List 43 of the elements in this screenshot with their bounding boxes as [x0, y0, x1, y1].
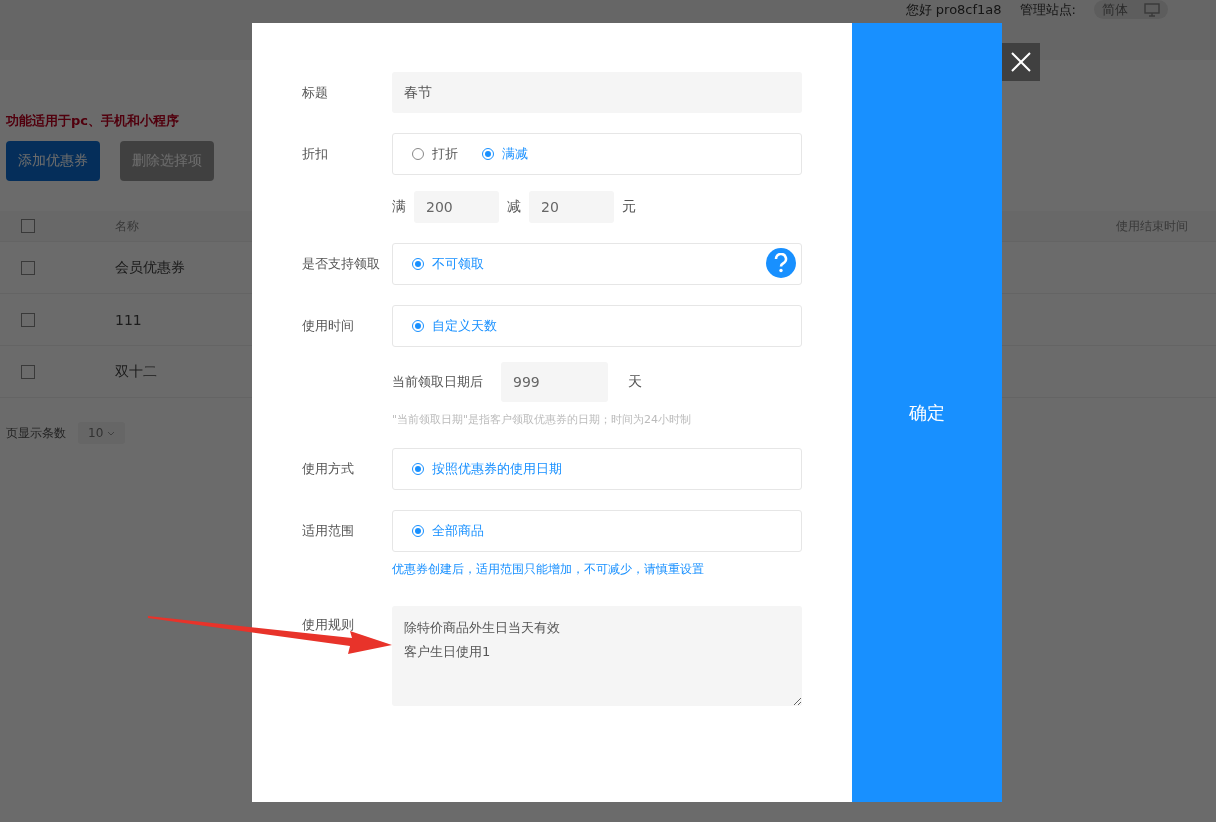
monitor-icon — [1144, 2, 1160, 17]
field-label: 使用方式 — [302, 460, 355, 478]
radio-option[interactable]: 打折 — [412, 145, 458, 163]
hint-text: "当前领取日期"是指客户领取优惠券的日期；时间为24小时制 — [392, 412, 693, 428]
field-label: 标题 — [302, 84, 329, 102]
greeting-text: 您好 pro8cf1a8 — [905, 1, 1002, 19]
table-cell: 111 — [115, 311, 142, 328]
confirm-button[interactable]: 确定 — [852, 23, 1002, 802]
checkbox[interactable] — [21, 312, 35, 327]
radio-option[interactable]: 按照优惠券的使用日期 — [412, 460, 562, 478]
checkbox[interactable] — [21, 260, 35, 275]
table-cell: 双十二 — [115, 362, 157, 381]
scope-note: 优惠券创建后，适用范围只能增加，不可减少，请慎重设置 — [392, 561, 705, 577]
days-field[interactable]: 999 — [501, 362, 608, 402]
page-size-label: 页显示条数 — [6, 424, 66, 442]
amount-field[interactable]: 20 — [529, 191, 614, 223]
minus-label: 减 — [507, 198, 521, 216]
toolbar-button[interactable]: 添加优惠券 — [6, 141, 100, 181]
close-icon — [1011, 52, 1031, 72]
field-label: 使用时间 — [302, 317, 355, 335]
field-label: 适用范围 — [302, 522, 355, 540]
full-label: 满 — [392, 198, 406, 216]
days-label: 当前领取日期后 — [392, 373, 483, 391]
close-button[interactable] — [1002, 43, 1040, 81]
field-label: 折扣 — [302, 145, 329, 163]
checkbox[interactable] — [21, 219, 35, 233]
unit-label: 元 — [622, 198, 636, 216]
checkbox[interactable] — [21, 364, 35, 379]
chevron-icon — [107, 430, 116, 436]
radio-option[interactable]: 不可领取 — [412, 255, 484, 273]
notice-text: 功能适用于pc、手机和小程序 — [6, 113, 180, 129]
radio-option[interactable]: 全部商品 — [412, 522, 484, 540]
field-label: 是否支持领取 — [302, 255, 381, 273]
unit-label: 天 — [628, 373, 642, 391]
amount-field[interactable]: 200 — [414, 191, 499, 223]
radio-option[interactable]: 自定义天数 — [412, 317, 497, 335]
radio-option[interactable]: 满减 — [482, 145, 528, 163]
title-field[interactable]: 春节 — [392, 72, 802, 113]
rules-textarea[interactable]: 除特价商品外生日当天有效 客户生日使用1 — [392, 606, 802, 706]
table-cell: 会员优惠券 — [115, 258, 185, 277]
site-label: 管理站点: — [1019, 1, 1076, 19]
field-label: 使用规则 — [302, 616, 355, 634]
help-icon[interactable] — [766, 248, 796, 278]
